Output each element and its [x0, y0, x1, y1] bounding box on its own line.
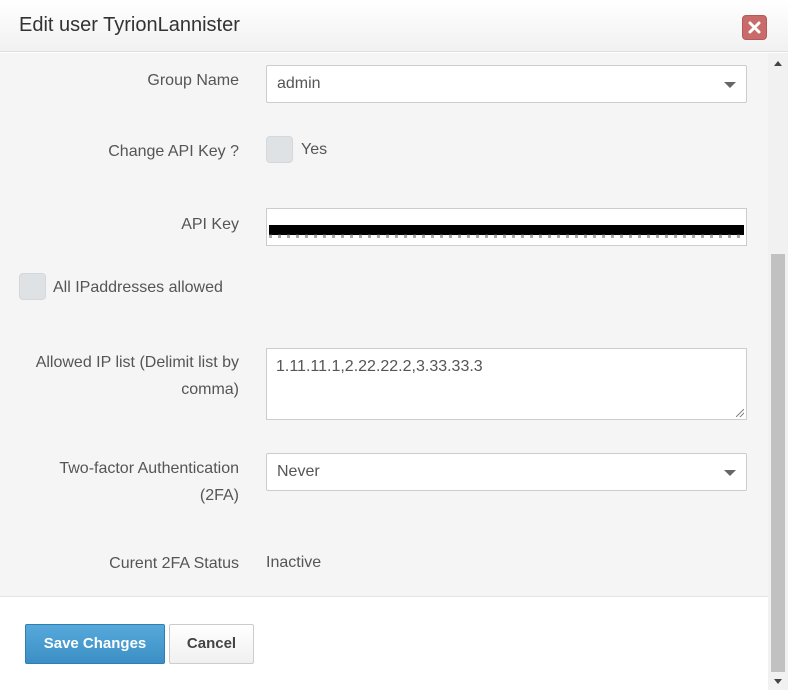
group-name-select[interactable]: admin	[266, 65, 747, 103]
current-2fa-value: Inactive	[266, 554, 322, 571]
close-button[interactable]	[742, 15, 767, 40]
allowed-ip-label-line1: Allowed IP list (Delimit list by	[35, 354, 239, 371]
api-key-input[interactable]	[266, 208, 747, 246]
all-ip-allowed-checkbox[interactable]	[19, 273, 46, 300]
edit-user-dialog: Edit user TyrionLannister Group Name adm…	[0, 0, 788, 690]
dialog-footer: Save Changes Cancel	[0, 596, 768, 690]
group-name-value: admin	[277, 75, 321, 92]
two-factor-label-line1: Two-factor Authentication	[59, 460, 239, 477]
allowed-ip-textarea[interactable]: 1.11.11.1,2.22.22.2,3.33.33.3	[266, 348, 747, 420]
change-api-key-yes-label: Yes	[301, 141, 328, 158]
save-changes-button[interactable]: Save Changes	[25, 624, 165, 664]
scrollbar[interactable]	[768, 53, 788, 690]
dialog-body: Group Name admin Change API Key ? Yes AP…	[0, 53, 768, 596]
chevron-down-icon	[724, 470, 736, 476]
resize-handle-icon[interactable]	[736, 409, 744, 417]
two-factor-value: Never	[277, 463, 320, 480]
scroll-down-arrow-icon[interactable]	[774, 679, 782, 684]
close-icon	[748, 21, 761, 34]
current-2fa-label: Curent 2FA Status	[109, 555, 239, 572]
scroll-thumb[interactable]	[771, 254, 785, 672]
dialog-header: Edit user TyrionLannister	[0, 0, 788, 52]
redaction-residue	[269, 234, 744, 238]
two-factor-label-line2: (2FA)	[199, 487, 239, 504]
chevron-down-icon	[724, 82, 736, 88]
scroll-up-arrow-icon[interactable]	[774, 61, 782, 66]
api-key-label: API Key	[181, 216, 239, 233]
cancel-button[interactable]: Cancel	[169, 624, 254, 664]
change-api-key-label: Change API Key ?	[108, 143, 239, 160]
all-ip-allowed-label: All IPaddresses allowed	[53, 279, 223, 296]
allowed-ip-value: 1.11.11.1,2.22.22.2,3.33.33.3	[276, 358, 483, 375]
group-name-label: Group Name	[147, 72, 239, 89]
two-factor-select[interactable]: Never	[266, 453, 747, 491]
dialog-title: Edit user TyrionLannister	[19, 14, 240, 36]
change-api-key-checkbox[interactable]	[266, 136, 293, 163]
allowed-ip-label-line2: comma)	[181, 381, 239, 398]
